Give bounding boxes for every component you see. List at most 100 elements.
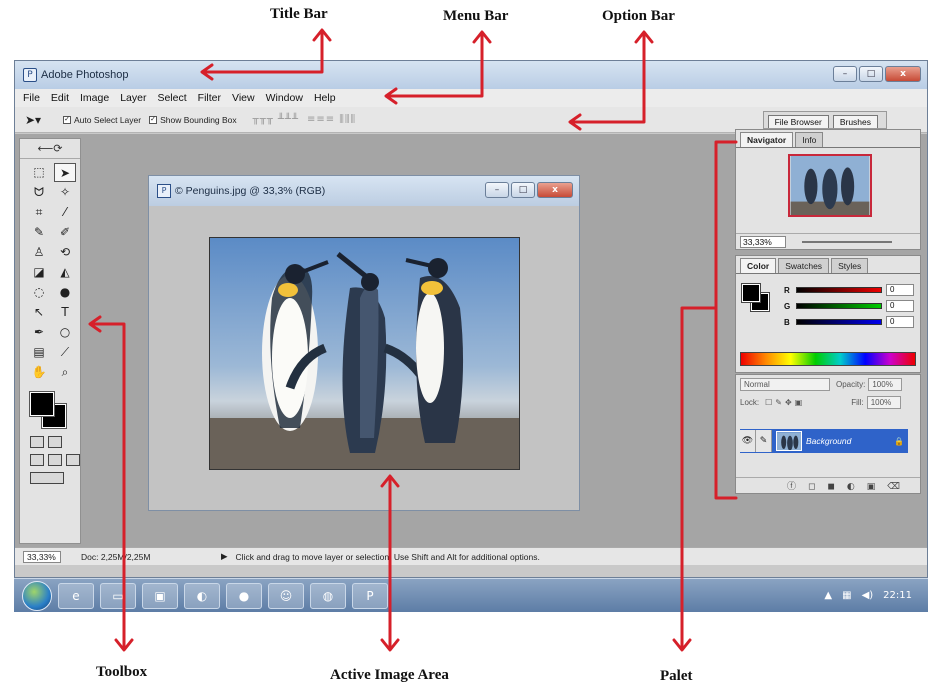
menu-view[interactable]: View: [232, 92, 255, 104]
path-select-icon[interactable]: ↖: [28, 303, 50, 322]
doc-close-icon[interactable]: x: [537, 182, 573, 198]
checkbox-checked-icon: ✓: [149, 115, 158, 124]
healing-brush-icon[interactable]: ✎: [28, 223, 50, 242]
volume-icon[interactable]: ◀): [862, 590, 874, 601]
close-icon[interactable]: x: [885, 66, 921, 82]
dodge-tool-icon[interactable]: ●: [54, 283, 76, 302]
navigator-zoom-slider[interactable]: [802, 240, 892, 243]
lock-icons[interactable]: ☐✎✥▣: [765, 398, 805, 407]
notes-tool-icon[interactable]: ▤: [28, 343, 50, 362]
pen-tool-icon[interactable]: ✒: [28, 323, 50, 342]
magic-wand-tool-icon[interactable]: ✧: [54, 183, 76, 202]
crop-tool-icon[interactable]: ⌗: [28, 203, 50, 222]
align-buttons-icon[interactable]: ╥╥╥ ╨╨╨: [253, 114, 299, 125]
palette-fg-swatch[interactable]: [741, 283, 761, 303]
doc-minimize-icon[interactable]: –: [485, 182, 509, 198]
status-arrow-icon[interactable]: ▶: [221, 552, 228, 562]
screen-mode-full-menu-icon[interactable]: [48, 454, 62, 466]
opacity-field[interactable]: 100%: [868, 377, 903, 391]
eraser-tool-icon[interactable]: ◪: [28, 263, 50, 282]
eyedropper-icon[interactable]: ⟋: [54, 343, 76, 362]
move-tool-icon[interactable]: ➤: [54, 163, 76, 182]
active-image-area[interactable]: [209, 237, 520, 470]
lasso-tool-icon[interactable]: ᗢ: [28, 183, 50, 202]
navigator-thumbnail[interactable]: [788, 154, 872, 217]
document-controls: – □ x: [485, 182, 573, 198]
hand-tool-icon[interactable]: ✋: [28, 363, 50, 382]
zoom-tool-icon[interactable]: ⌕: [54, 363, 76, 382]
tray-arrow-icon[interactable]: ▲: [824, 590, 832, 601]
green-channel-value[interactable]: 0: [886, 300, 914, 312]
stamp-tool-icon[interactable]: ♙: [28, 243, 50, 262]
paint-bucket-icon[interactable]: ◭: [54, 263, 76, 282]
auto-select-checkbox[interactable]: ✓ Auto Select Layer: [63, 115, 141, 125]
file-browser-tab[interactable]: File Browser: [767, 115, 829, 128]
doc-maximize-icon[interactable]: □: [511, 182, 535, 198]
maximize-icon[interactable]: □: [859, 66, 883, 82]
document-window[interactable]: P © Penguins.jpg @ 33,3% (RGB) – □ x: [148, 175, 580, 511]
type-tool-icon[interactable]: T: [54, 303, 76, 322]
messenger-icon[interactable]: ☺: [268, 582, 304, 609]
layer-row-background[interactable]: 👁 ✎ Background 🔒: [740, 429, 908, 453]
toolbox-header-icon[interactable]: ⟵⟳: [20, 139, 80, 159]
tab-color[interactable]: Color: [740, 258, 777, 273]
brush-link-icon[interactable]: ✎: [756, 430, 772, 452]
menu-file[interactable]: File: [23, 92, 40, 104]
standard-mode-icon[interactable]: [30, 436, 44, 448]
foreground-color-swatch[interactable]: [29, 391, 55, 417]
eye-icon[interactable]: 👁: [740, 430, 756, 452]
tab-swatches[interactable]: Swatches: [778, 258, 830, 273]
ie-icon[interactable]: e: [58, 582, 94, 609]
screen-mode-full-icon[interactable]: [66, 454, 80, 466]
green-channel-slider[interactable]: [796, 303, 882, 309]
fill-field[interactable]: 100%: [866, 395, 901, 409]
quick-mask-icon[interactable]: [48, 436, 62, 448]
color-palette-swatches[interactable]: [741, 283, 772, 314]
minimize-icon[interactable]: –: [833, 66, 857, 82]
explorer-icon[interactable]: ▭: [100, 582, 136, 609]
clock[interactable]: 22:11: [883, 590, 912, 601]
status-zoom[interactable]: 33,33%: [23, 550, 61, 563]
media-icon[interactable]: ▣: [142, 582, 178, 609]
blur-tool-icon[interactable]: ◌: [28, 283, 50, 302]
menu-layer[interactable]: Layer: [120, 92, 146, 104]
blue-channel-value[interactable]: 0: [886, 316, 914, 328]
document-title-bar[interactable]: P © Penguins.jpg @ 33,3% (RGB) – □ x: [149, 176, 579, 206]
blue-channel-slider[interactable]: [796, 319, 882, 325]
color-swatches[interactable]: [29, 391, 70, 430]
chrome-icon[interactable]: ◍: [310, 582, 346, 609]
start-button[interactable]: [22, 580, 52, 611]
chat-icon[interactable]: ◐: [184, 582, 220, 609]
menu-help[interactable]: Help: [314, 92, 336, 104]
navigator-zoom-field[interactable]: 33,33%: [740, 235, 786, 248]
show-bounding-checkbox[interactable]: ✓ Show Bounding Box: [149, 115, 237, 125]
slice-tool-icon[interactable]: ⁄: [54, 203, 76, 222]
move-tool-preset-icon[interactable]: ➤▾: [25, 113, 63, 127]
layers-footer-icons[interactable]: ⓕ◻◼◐▣⌫: [736, 477, 920, 493]
tab-navigator[interactable]: Navigator: [740, 132, 794, 147]
menu-edit[interactable]: Edit: [51, 92, 69, 104]
toolbox-label: Toolbox: [96, 664, 148, 680]
tab-info[interactable]: Info: [795, 132, 824, 147]
screen-mode-standard-icon[interactable]: [30, 454, 44, 466]
brushes-tab[interactable]: Brushes: [832, 115, 878, 128]
red-channel-slider[interactable]: [796, 287, 882, 293]
distribute-buttons-icon[interactable]: ≡≡≡ ⫼⫼⫼: [307, 114, 356, 125]
menu-filter[interactable]: Filter: [198, 92, 221, 104]
red-channel-value[interactable]: 0: [886, 284, 914, 296]
marquee-tool-icon[interactable]: ⬚: [28, 163, 50, 182]
blend-mode-select[interactable]: Normal: [740, 377, 830, 391]
color-spectrum-ramp[interactable]: [740, 352, 916, 366]
photoshop-task-icon[interactable]: P: [352, 582, 388, 609]
tab-styles[interactable]: Styles: [831, 258, 869, 273]
menu-select[interactable]: Select: [157, 92, 186, 104]
menu-window[interactable]: Window: [266, 92, 303, 104]
title-bar[interactable]: P Adobe Photoshop – □ x: [15, 61, 927, 89]
jump-to-imageready-icon[interactable]: [30, 472, 64, 484]
menu-image[interactable]: Image: [80, 92, 109, 104]
brush-tool-icon[interactable]: ✐: [54, 223, 76, 242]
firefox-icon[interactable]: ●: [226, 582, 262, 609]
history-brush-icon[interactable]: ⟲: [54, 243, 76, 262]
network-icon[interactable]: ▦: [842, 590, 851, 601]
shape-tool-icon[interactable]: ○: [54, 323, 76, 342]
